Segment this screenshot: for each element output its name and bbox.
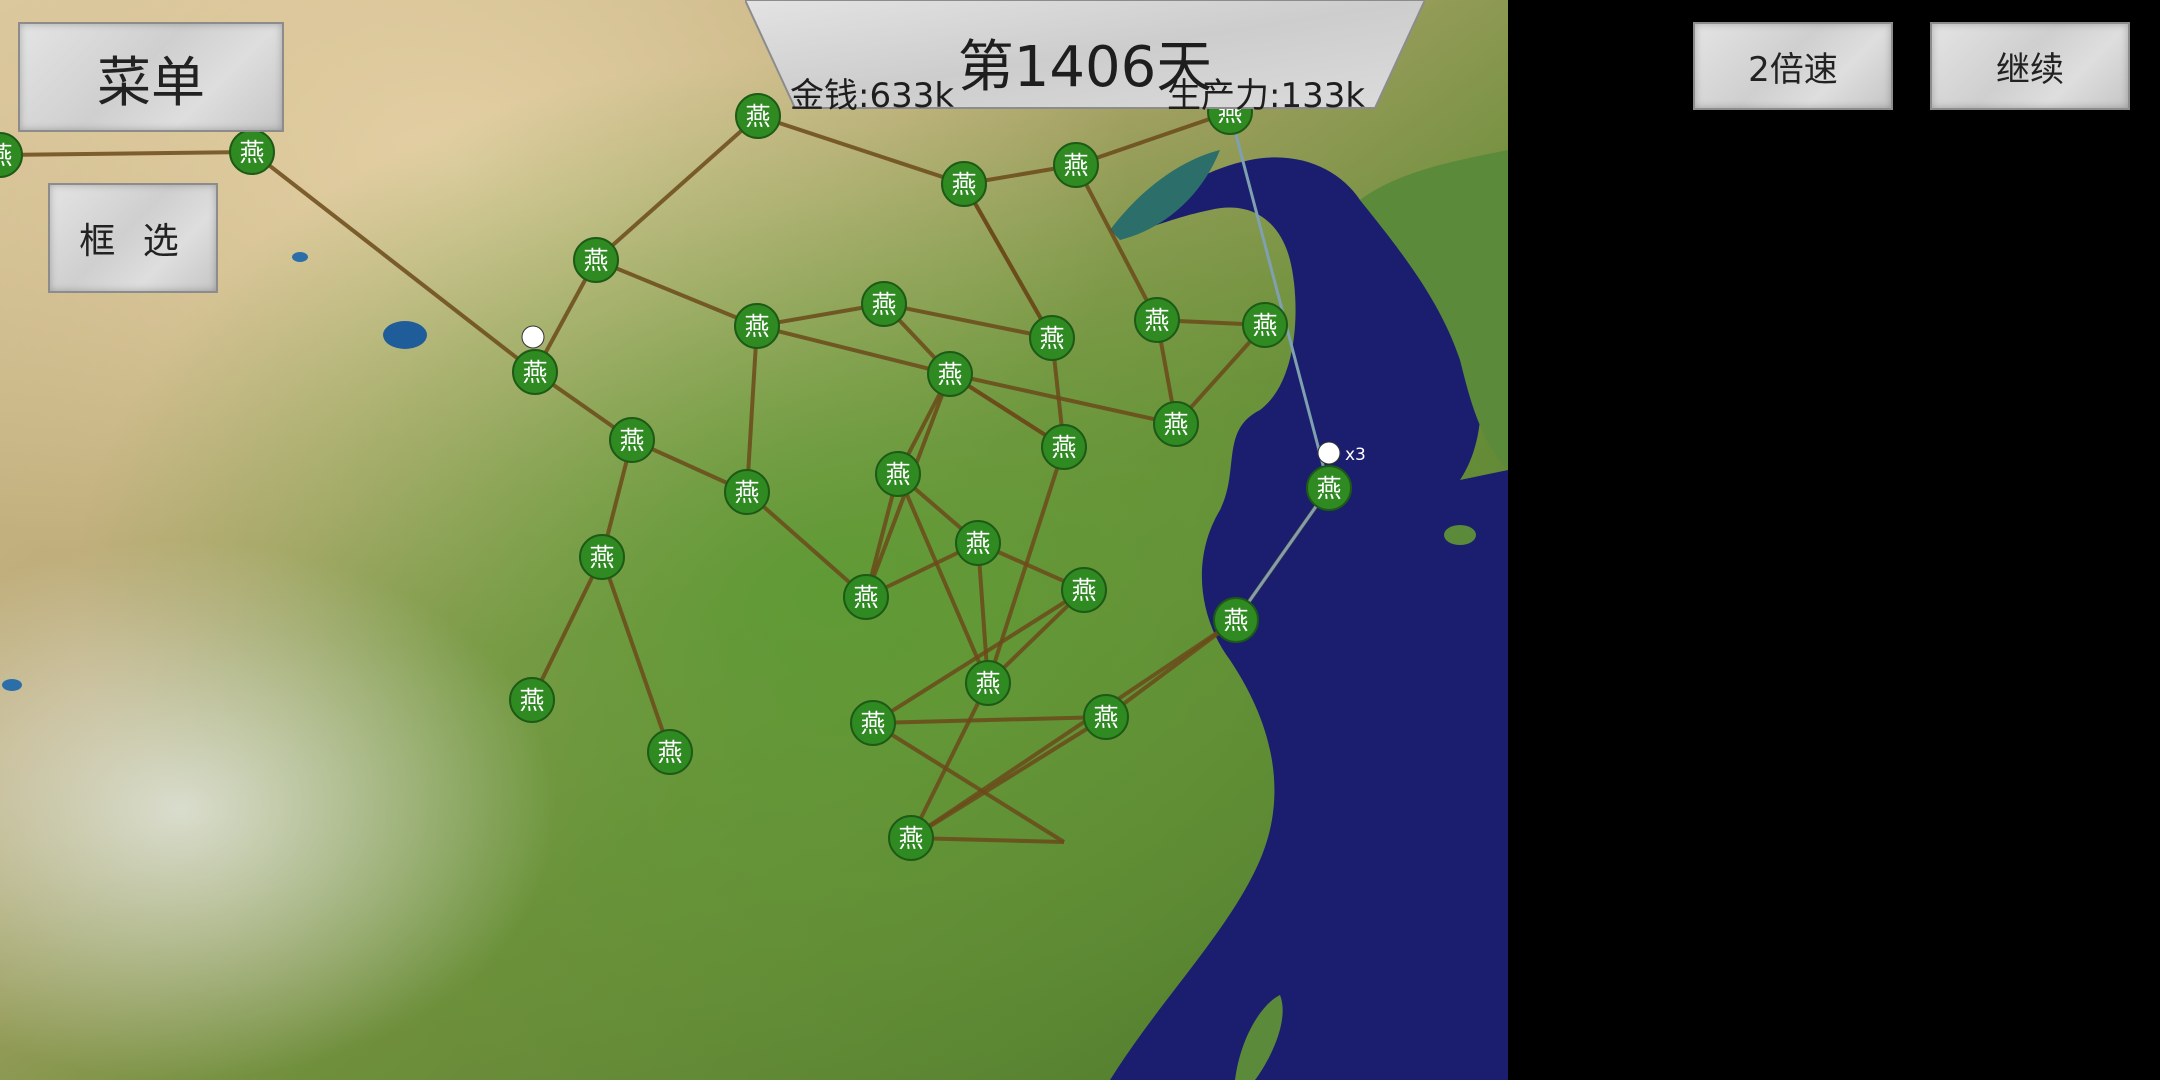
city-faction-label: 燕 (1163, 410, 1188, 439)
road (530, 556, 604, 701)
city-network[interactable]: 燕燕燕燕燕燕燕燕燕燕燕燕燕燕燕燕燕燕燕燕燕燕燕燕燕燕燕燕燕燕燕 x3 (0, 0, 1508, 1080)
city-marker[interactable]: 燕 (1041, 424, 1087, 470)
road (250, 150, 537, 374)
city-faction-label: 燕 (1144, 306, 1169, 335)
city-faction-label: 燕 (583, 246, 608, 275)
city-marker[interactable]: 燕 (509, 677, 555, 723)
city-marker[interactable]: 燕 (734, 303, 780, 349)
city-faction-label: 燕 (853, 583, 878, 612)
city-marker[interactable]: 燕 (941, 161, 987, 207)
city-marker[interactable]: 燕 (965, 660, 1011, 706)
unit-icon (521, 325, 545, 349)
city-faction-label: 燕 (1051, 433, 1076, 462)
city-marker[interactable]: 燕 (888, 815, 934, 861)
city-faction-label: 燕 (1316, 474, 1341, 503)
continue-button[interactable]: 继续 (1930, 22, 2130, 110)
army-unit[interactable] (521, 325, 545, 349)
city-faction-label: 燕 (1039, 324, 1064, 353)
city-faction-label: 燕 (1223, 606, 1248, 635)
unit-count: x3 (1345, 445, 1366, 465)
city-faction-label: 燕 (239, 138, 264, 167)
road (0, 150, 253, 157)
city-faction-label: 燕 (619, 426, 644, 455)
city-faction-label: 燕 (885, 460, 910, 489)
road (1074, 164, 1159, 321)
city-marker[interactable]: 燕 (850, 700, 896, 746)
city-marker[interactable]: 燕 (724, 469, 770, 515)
road (745, 325, 759, 493)
city-marker[interactable]: 燕 (1053, 142, 1099, 188)
sea-route (1234, 487, 1331, 621)
city-faction-label: 燕 (522, 358, 547, 387)
city-marker[interactable]: 燕 (875, 451, 921, 497)
box-select-button[interactable]: 框 选 (48, 183, 218, 293)
city-marker[interactable]: 燕 (573, 237, 619, 283)
city-marker[interactable]: 燕 (579, 534, 625, 580)
city-marker[interactable]: 燕 (1306, 465, 1352, 511)
city-marker[interactable]: 燕 (512, 349, 558, 395)
city-faction-label: 燕 (657, 738, 682, 767)
city-faction-label: 燕 (744, 312, 769, 341)
city-marker[interactable]: 燕 (843, 574, 889, 620)
city-faction-label: 燕 (1093, 703, 1118, 732)
city-marker[interactable]: 燕 (1134, 297, 1180, 343)
city-marker[interactable]: 燕 (229, 129, 275, 175)
city-faction-label: 燕 (965, 529, 990, 558)
city-faction-label: 燕 (975, 669, 1000, 698)
speed-button[interactable]: 2倍速 (1693, 22, 1893, 110)
city-faction-label: 燕 (1071, 576, 1096, 605)
road (600, 556, 672, 753)
road (909, 618, 1238, 840)
city-faction-label: 燕 (937, 360, 962, 389)
city-faction-label: 燕 (871, 290, 896, 319)
city-marker[interactable]: 燕 (1153, 401, 1199, 447)
road (1075, 110, 1231, 167)
city-faction-label: 燕 (1252, 311, 1277, 340)
city-faction-label: 燕 (1063, 151, 1088, 180)
sea-route (1228, 111, 1331, 489)
city-marker[interactable]: 燕 (1242, 302, 1288, 348)
city-marker[interactable]: 燕 (861, 281, 907, 327)
city-marker[interactable]: 燕 (609, 417, 655, 463)
city-faction-label: 燕 (898, 824, 923, 853)
unit-icon (1317, 441, 1341, 465)
city-marker[interactable]: 燕 (1083, 694, 1129, 740)
road (756, 324, 951, 376)
status-panel: 第1406天 金钱:633k 生产力:133k (745, 0, 1425, 116)
road (757, 114, 965, 186)
city-faction-label: 燕 (734, 478, 759, 507)
production-label: 生产力:133k (1167, 76, 1366, 116)
city-marker[interactable]: 燕 (1029, 315, 1075, 361)
city-marker[interactable]: 燕 (1061, 567, 1107, 613)
road (595, 258, 758, 328)
city-marker[interactable]: 燕 (647, 729, 693, 775)
city-marker[interactable]: 燕 (927, 351, 973, 397)
city-marker[interactable]: 燕 (1213, 597, 1259, 643)
game-map[interactable]: 燕燕燕燕燕燕燕燕燕燕燕燕燕燕燕燕燕燕燕燕燕燕燕燕燕燕燕燕燕燕燕 x3 (0, 0, 1508, 1080)
road (745, 490, 868, 599)
road (949, 372, 1177, 426)
money-label: 金钱:633k (790, 76, 955, 116)
city-faction-label: 燕 (0, 141, 13, 170)
road (872, 715, 1107, 725)
city-marker[interactable]: 燕 (0, 132, 23, 178)
road (962, 183, 1054, 339)
city-marker[interactable]: 燕 (955, 520, 1001, 566)
city-faction-label: 燕 (951, 170, 976, 199)
city-faction-label: 燕 (860, 709, 885, 738)
city-faction-label: 燕 (589, 543, 614, 572)
road (896, 473, 990, 684)
city-faction-label: 燕 (519, 686, 544, 715)
army-unit[interactable]: x3 (1317, 441, 1366, 465)
menu-button[interactable]: 菜单 (18, 22, 284, 132)
sea-routes (1228, 111, 1331, 621)
road (594, 114, 760, 262)
